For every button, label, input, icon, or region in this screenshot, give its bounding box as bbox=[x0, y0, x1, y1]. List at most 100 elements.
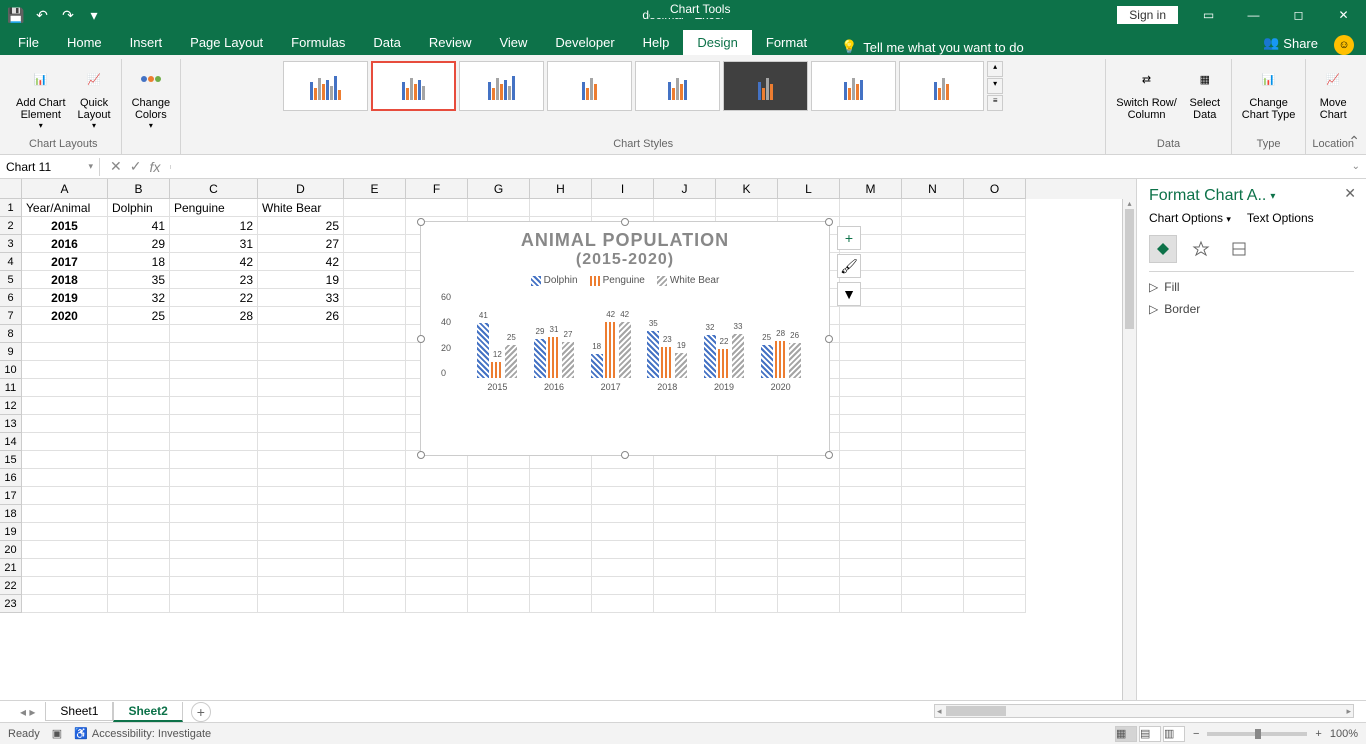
cell[interactable] bbox=[22, 415, 108, 433]
cell[interactable] bbox=[902, 505, 964, 523]
ribbon-display-options-icon[interactable]: ▭ bbox=[1186, 0, 1231, 30]
cell[interactable] bbox=[778, 199, 840, 217]
cell[interactable] bbox=[22, 523, 108, 541]
cell[interactable]: 32 bbox=[108, 289, 170, 307]
redo-icon[interactable]: ↷ bbox=[56, 3, 80, 27]
cell[interactable] bbox=[902, 541, 964, 559]
cell[interactable] bbox=[902, 253, 964, 271]
cell[interactable] bbox=[840, 343, 902, 361]
expand-formula-bar-icon[interactable]: ⌄ bbox=[1346, 161, 1366, 172]
tab-help[interactable]: Help bbox=[629, 30, 684, 55]
cell[interactable] bbox=[108, 505, 170, 523]
cell[interactable]: 2017 bbox=[22, 253, 108, 271]
cell[interactable] bbox=[344, 199, 406, 217]
cell[interactable] bbox=[344, 577, 406, 595]
cell[interactable] bbox=[840, 577, 902, 595]
tab-design[interactable]: Design bbox=[683, 30, 751, 55]
chart-style-4[interactable] bbox=[547, 61, 632, 111]
cell[interactable] bbox=[22, 577, 108, 595]
cell[interactable] bbox=[840, 523, 902, 541]
cell[interactable] bbox=[902, 217, 964, 235]
cell[interactable] bbox=[170, 541, 258, 559]
cell[interactable]: 28 bbox=[170, 307, 258, 325]
row-header[interactable]: 23 bbox=[0, 595, 22, 613]
cell[interactable]: 25 bbox=[258, 217, 344, 235]
cell[interactable] bbox=[592, 505, 654, 523]
cancel-formula-icon[interactable]: ✕ bbox=[110, 158, 122, 175]
cell[interactable]: 35 bbox=[108, 271, 170, 289]
cell[interactable] bbox=[840, 325, 902, 343]
cell[interactable]: 27 bbox=[258, 235, 344, 253]
formula-bar-input[interactable] bbox=[170, 165, 1345, 169]
cell[interactable] bbox=[840, 541, 902, 559]
close-pane-icon[interactable]: ✕ bbox=[1344, 185, 1356, 202]
cell[interactable] bbox=[840, 505, 902, 523]
cell[interactable] bbox=[716, 523, 778, 541]
cell[interactable] bbox=[344, 595, 406, 613]
cell[interactable] bbox=[778, 487, 840, 505]
cell[interactable] bbox=[468, 199, 530, 217]
move-chart-button[interactable]: 📈 Move Chart bbox=[1313, 61, 1353, 123]
row-header[interactable]: 14 bbox=[0, 433, 22, 451]
tab-formulas[interactable]: Formulas bbox=[277, 30, 359, 55]
cell[interactable] bbox=[964, 523, 1026, 541]
cell[interactable]: Penguine bbox=[170, 199, 258, 217]
cell[interactable] bbox=[902, 523, 964, 541]
cell[interactable] bbox=[344, 325, 406, 343]
cell[interactable] bbox=[592, 523, 654, 541]
cell[interactable] bbox=[964, 307, 1026, 325]
feedback-icon[interactable]: ☺ bbox=[1334, 35, 1354, 55]
cell[interactable]: Year/Animal bbox=[22, 199, 108, 217]
tab-insert[interactable]: Insert bbox=[116, 30, 177, 55]
cell[interactable]: White Bear bbox=[258, 199, 344, 217]
cell[interactable] bbox=[902, 289, 964, 307]
cell[interactable] bbox=[468, 469, 530, 487]
cell[interactable] bbox=[778, 541, 840, 559]
collapse-ribbon-icon[interactable]: ⌃ bbox=[1348, 133, 1360, 150]
cell[interactable] bbox=[108, 577, 170, 595]
new-sheet-button[interactable]: + bbox=[191, 702, 211, 722]
page-layout-view-icon[interactable]: ▤ bbox=[1139, 726, 1161, 742]
cell[interactable] bbox=[468, 523, 530, 541]
cell[interactable] bbox=[170, 361, 258, 379]
cell[interactable] bbox=[716, 595, 778, 613]
row-header[interactable]: 11 bbox=[0, 379, 22, 397]
cell[interactable] bbox=[406, 577, 468, 595]
normal-view-icon[interactable]: ▦ bbox=[1115, 726, 1137, 742]
tab-data[interactable]: Data bbox=[359, 30, 414, 55]
cell[interactable] bbox=[964, 271, 1026, 289]
cell[interactable] bbox=[840, 469, 902, 487]
cell[interactable] bbox=[964, 217, 1026, 235]
add-chart-element-button[interactable]: 📊 Add Chart Element ▾ bbox=[12, 61, 70, 132]
chart-title[interactable]: ANIMAL POPULATION bbox=[421, 230, 829, 251]
sheet-nav-buttons[interactable]: ◂ ▸ bbox=[20, 705, 35, 719]
quick-layout-button[interactable]: 📈 Quick Layout ▾ bbox=[74, 61, 115, 132]
cell[interactable] bbox=[108, 559, 170, 577]
cell[interactable]: 33 bbox=[258, 289, 344, 307]
cell[interactable] bbox=[530, 505, 592, 523]
cell[interactable] bbox=[344, 541, 406, 559]
row-header[interactable]: 16 bbox=[0, 469, 22, 487]
cell[interactable] bbox=[592, 559, 654, 577]
cell[interactable] bbox=[258, 487, 344, 505]
column-header[interactable]: G bbox=[468, 179, 530, 199]
column-header[interactable]: L bbox=[778, 179, 840, 199]
cell[interactable] bbox=[716, 469, 778, 487]
row-header[interactable]: 9 bbox=[0, 343, 22, 361]
cell[interactable] bbox=[654, 199, 716, 217]
cell[interactable] bbox=[108, 541, 170, 559]
cell[interactable] bbox=[258, 325, 344, 343]
row-header[interactable]: 20 bbox=[0, 541, 22, 559]
cell[interactable] bbox=[592, 469, 654, 487]
cell[interactable] bbox=[170, 523, 258, 541]
cell[interactable] bbox=[902, 487, 964, 505]
cell[interactable] bbox=[902, 361, 964, 379]
sheet-tab-1[interactable]: Sheet1 bbox=[45, 702, 113, 721]
cell[interactable] bbox=[22, 433, 108, 451]
chart-style-7[interactable] bbox=[811, 61, 896, 111]
cell[interactable]: 19 bbox=[258, 271, 344, 289]
cell[interactable] bbox=[344, 307, 406, 325]
cell[interactable] bbox=[344, 505, 406, 523]
cell[interactable] bbox=[22, 361, 108, 379]
cell[interactable] bbox=[964, 361, 1026, 379]
